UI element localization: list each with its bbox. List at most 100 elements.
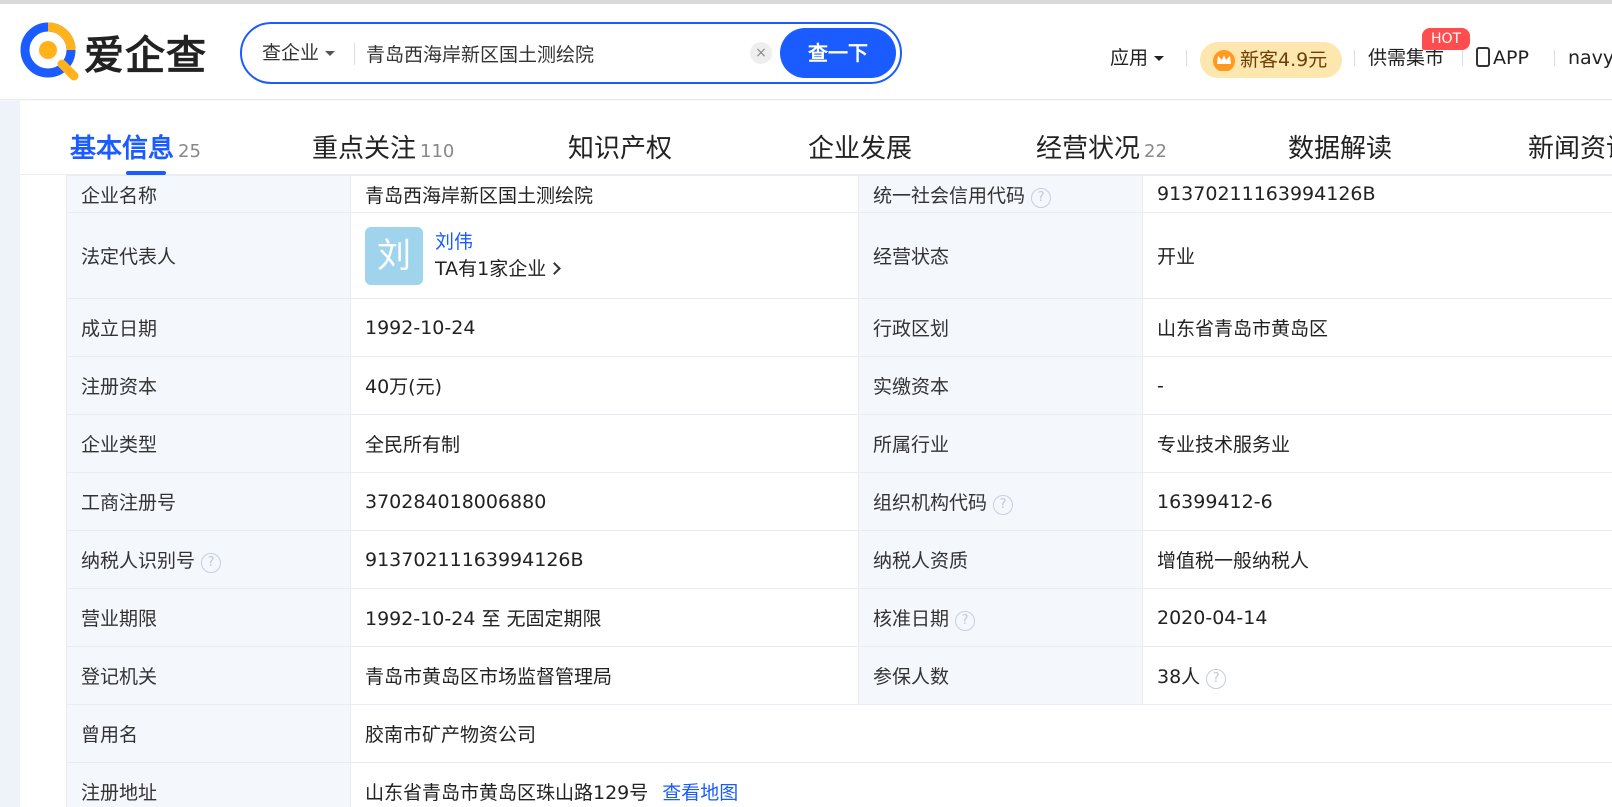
vip-promo-button[interactable]: 新客4.9元 bbox=[1200, 42, 1342, 78]
legal-rep-cell: 刘 刘伟 TA有1家企业 bbox=[350, 212, 859, 299]
credit-code-label-text: 统一社会信用代码 bbox=[873, 184, 1026, 207]
nav-divider bbox=[1554, 50, 1555, 66]
app-label: APP bbox=[1493, 47, 1529, 69]
help-icon[interactable]: ? bbox=[1031, 187, 1052, 208]
company-name-label: 企业名称 bbox=[66, 175, 351, 213]
term-value: 1992-10-24 至 无固定期限 bbox=[350, 588, 859, 647]
tab-operations[interactable]: 经营状况 22 bbox=[1036, 131, 1167, 167]
vip-label: 新客4.9元 bbox=[1240, 49, 1328, 71]
insured-cell: 38人? bbox=[1142, 646, 1612, 705]
tab-key-focus[interactable]: 重点关注 110 bbox=[312, 131, 454, 167]
search-type-select[interactable]: 查企业 bbox=[262, 24, 336, 82]
legal-rep-label: 法定代表人 bbox=[66, 212, 351, 299]
approval-date-label: 核准日期? bbox=[858, 588, 1143, 647]
nav-divider bbox=[1354, 50, 1355, 66]
taxpayer-id-label: 纳税人识别号? bbox=[66, 530, 351, 589]
founded-value: 1992-10-24 bbox=[350, 298, 859, 357]
insured-value: 38人 bbox=[1157, 666, 1201, 688]
table-row: 注册地址 山东省青岛市黄岛区珠山路129号 查看地图 bbox=[66, 762, 1612, 807]
help-icon[interactable]: ? bbox=[993, 495, 1014, 515]
section-tabs: 基本信息 25 重点关注 110 知识产权 企业发展 经营状况 22 数据解读 新闻资… bbox=[20, 101, 1612, 175]
tab-count: 22 bbox=[1144, 141, 1167, 162]
table-row: 企业类型 全民所有制 所属行业 专业技术服务业 bbox=[66, 414, 1612, 473]
apps-label: 应用 bbox=[1110, 47, 1149, 69]
taxpayer-qual-label: 纳税人资质 bbox=[858, 530, 1143, 589]
table-row: 法定代表人 刘 刘伟 TA有1家企业 经营状态 开业 bbox=[66, 212, 1612, 299]
reg-capital-label: 注册资本 bbox=[66, 356, 351, 415]
help-icon[interactable]: ? bbox=[955, 611, 976, 631]
tab-news[interactable]: 新闻资讯 bbox=[1528, 131, 1612, 167]
table-row: 成立日期 1992-10-24 行政区划 山东省青岛市黄岛区 bbox=[66, 298, 1612, 357]
industry-label: 所属行业 bbox=[858, 414, 1143, 473]
search-button[interactable]: 查一下 bbox=[780, 28, 896, 78]
phone-icon bbox=[1476, 47, 1490, 67]
table-row: 纳税人识别号? 91370211163994126B 纳税人资质 增值税一般纳税… bbox=[66, 530, 1612, 589]
help-icon[interactable]: ? bbox=[1206, 669, 1227, 689]
legal-rep-name-link[interactable]: 刘伟 bbox=[435, 229, 559, 255]
tab-label: 企业发展 bbox=[808, 134, 913, 164]
tab-label: 重点关注 bbox=[312, 134, 417, 164]
help-icon[interactable]: ? bbox=[201, 553, 222, 573]
status-value: 开业 bbox=[1142, 212, 1612, 299]
logo[interactable]: 爱企查 bbox=[20, 22, 207, 82]
table-row: 注册资本 40万(元) 实缴资本 - bbox=[66, 356, 1612, 415]
reg-no-label: 工商注册号 bbox=[66, 472, 351, 531]
taxpayer-id-value: 91370211163994126B bbox=[350, 530, 859, 589]
org-code-value: 16399412-6 bbox=[1142, 472, 1612, 531]
legal-rep-companies-text: TA有1家企业 bbox=[435, 257, 547, 280]
authority-value: 青岛市黄岛区市场监督管理局 bbox=[350, 646, 859, 705]
insured-label: 参保人数 bbox=[858, 646, 1143, 705]
clear-icon[interactable]: × bbox=[750, 42, 772, 64]
former-name-value: 胶南市矿产物资公司 bbox=[350, 704, 1612, 763]
search-input[interactable] bbox=[366, 34, 746, 72]
tab-data-insights[interactable]: 数据解读 bbox=[1288, 131, 1392, 167]
taxpayer-id-label-text: 纳税人识别号 bbox=[81, 550, 196, 572]
table-row: 登记机关 青岛市黄岛区市场监督管理局 参保人数 38人? bbox=[66, 646, 1612, 705]
approval-date-label-text: 核准日期 bbox=[873, 608, 950, 630]
company-type-label: 企业类型 bbox=[66, 414, 351, 473]
chevron-right-icon bbox=[548, 261, 562, 275]
legal-rep-companies-link[interactable]: TA有1家企业 bbox=[435, 255, 562, 283]
former-name-label: 曾用名 bbox=[66, 704, 351, 763]
term-label: 营业期限 bbox=[66, 588, 351, 647]
address-label: 注册地址 bbox=[66, 762, 351, 807]
left-side-strip bbox=[0, 101, 20, 807]
taxpayer-qual-value: 增值税一般纳税人 bbox=[1142, 530, 1612, 589]
table-row: 曾用名 胶南市矿产物资公司 bbox=[66, 704, 1612, 763]
search-box: 查企业 × 查一下 bbox=[240, 22, 902, 84]
tab-count: 25 bbox=[178, 141, 201, 162]
tab-ip[interactable]: 知识产权 bbox=[568, 131, 672, 167]
tab-label: 经营状况 bbox=[1036, 134, 1141, 164]
table-row: 营业期限 1992-10-24 至 无固定期限 核准日期? 2020-04-14 bbox=[66, 588, 1612, 647]
industry-value: 专业技术服务业 bbox=[1142, 414, 1612, 473]
region-label: 行政区划 bbox=[858, 298, 1143, 357]
nav-divider bbox=[1462, 50, 1463, 66]
authority-label: 登记机关 bbox=[66, 646, 351, 705]
address-cell: 山东省青岛市黄岛区珠山路129号 查看地图 bbox=[350, 762, 1612, 807]
tab-basic-info[interactable]: 基本信息 25 bbox=[70, 131, 201, 167]
org-code-label: 组织机构代码? bbox=[858, 472, 1143, 531]
status-label: 经营状态 bbox=[858, 212, 1143, 299]
user-menu[interactable]: navy bbox=[1568, 40, 1612, 76]
caret-down-icon bbox=[325, 51, 336, 56]
table-row: 工商注册号 370284018006880 组织机构代码? 16399412-6 bbox=[66, 472, 1612, 531]
paid-capital-value: - bbox=[1142, 356, 1612, 415]
search-divider bbox=[354, 43, 355, 65]
tab-development[interactable]: 企业发展 bbox=[808, 131, 912, 167]
caret-down-icon bbox=[1154, 56, 1165, 61]
reg-capital-value: 40万(元) bbox=[350, 356, 859, 415]
app-download-link[interactable]: APP bbox=[1476, 40, 1529, 76]
tab-label: 数据解读 bbox=[1288, 134, 1393, 164]
company-type-value: 全民所有制 bbox=[350, 414, 859, 473]
tab-count: 110 bbox=[420, 141, 455, 162]
view-map-link[interactable]: 查看地图 bbox=[662, 782, 738, 804]
logo-text: 爱企查 bbox=[84, 33, 207, 79]
founded-label: 成立日期 bbox=[66, 298, 351, 357]
tab-label: 基本信息 bbox=[70, 134, 175, 164]
region-value: 山东省青岛市黄岛区 bbox=[1142, 298, 1612, 357]
company-name-value: 青岛西海岸新区国土测绘院 bbox=[350, 175, 859, 213]
apps-menu[interactable]: 应用 bbox=[1110, 40, 1165, 76]
address-value: 山东省青岛市黄岛区珠山路129号 bbox=[365, 782, 649, 804]
org-code-label-text: 组织机构代码 bbox=[873, 492, 988, 514]
site-header: 爱企查 查企业 × 查一下 应用 新客4.9元 供需集市 HOT APP nav… bbox=[0, 4, 1612, 100]
